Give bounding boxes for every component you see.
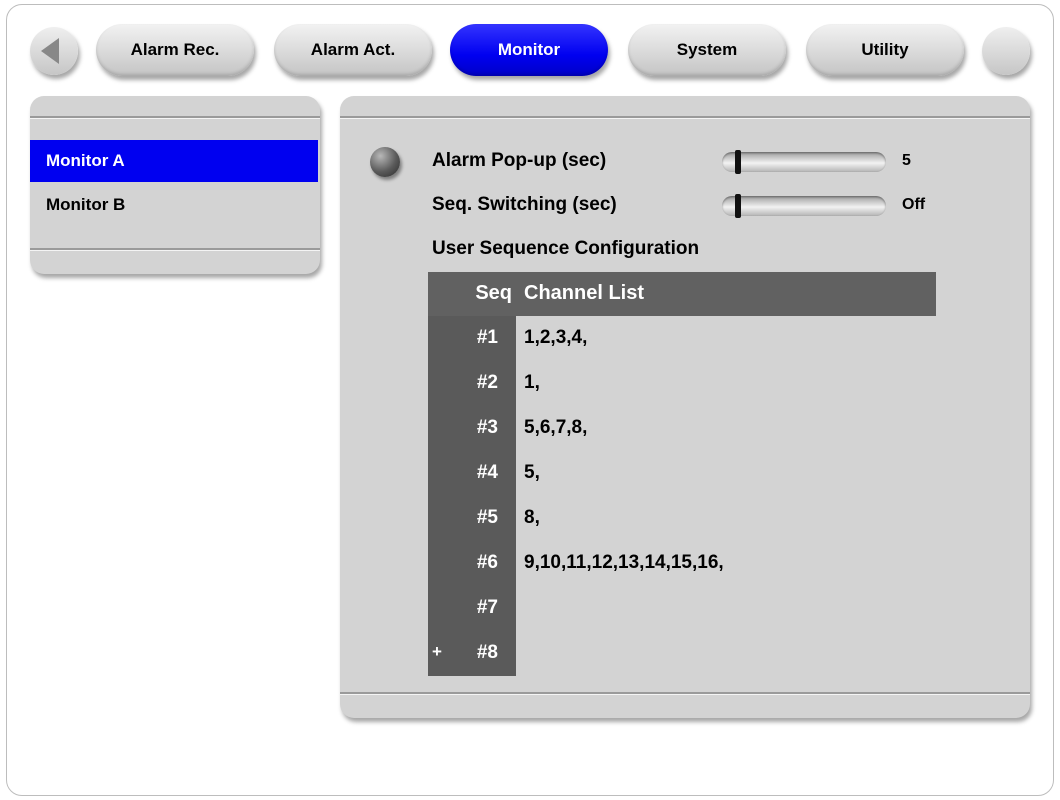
seq-number-cell: #2 xyxy=(428,361,516,406)
seq-number-cell: #1 xyxy=(428,316,516,361)
user-sequence-title: User Sequence Configuration xyxy=(432,238,700,259)
seq-number: #3 xyxy=(476,417,498,438)
panel-divider-bottom xyxy=(340,692,1030,694)
seq-number: #5 xyxy=(476,507,498,528)
seq-switching-slider[interactable] xyxy=(722,194,886,218)
seq-number-cell: #7 xyxy=(428,586,516,631)
seq-number: #8 xyxy=(476,642,498,663)
channel-list: 9,10,11,12,13,14,15,16, xyxy=(524,552,724,573)
channel-list: 1,2,3,4, xyxy=(524,327,588,348)
table-row[interactable]: #1 1,2,3,4, xyxy=(428,316,936,361)
seq-switching-label: Seq. Switching (sec) xyxy=(432,194,617,215)
sidebar-item-monitor-b[interactable]: Monitor B xyxy=(30,184,318,226)
channel-list: 5, xyxy=(524,462,540,483)
tab-alarm-act[interactable]: Alarm Act. xyxy=(274,24,432,76)
channel-list: 8, xyxy=(524,507,540,528)
panel-divider-top xyxy=(340,116,1030,118)
header-seq: Seq xyxy=(475,282,512,304)
header-channel-list: Channel List xyxy=(524,282,645,304)
table-row[interactable]: #5 8, xyxy=(428,496,936,541)
sidebar-divider-top xyxy=(30,116,320,118)
table-row[interactable]: #4 5, xyxy=(428,451,936,496)
seq-number-cell: #3 xyxy=(428,406,516,451)
seq-number-cell: + #8 xyxy=(428,631,516,676)
table-row[interactable]: #7 xyxy=(428,586,936,631)
alarm-popup-value: 5 xyxy=(902,152,911,169)
seq-number-cell: #6 xyxy=(428,541,516,586)
tab-alarm-rec[interactable]: Alarm Rec. xyxy=(96,24,254,76)
alarm-popup-slider[interactable] xyxy=(722,150,886,174)
monitor-settings-panel: Alarm Pop-up (sec) 5 Seq. Switching (sec… xyxy=(340,96,1030,718)
tab-system[interactable]: System xyxy=(628,24,786,76)
alarm-popup-label: Alarm Pop-up (sec) xyxy=(432,150,607,171)
back-button[interactable] xyxy=(30,27,78,75)
channel-list: 5,6,7,8, xyxy=(524,417,588,438)
seq-number-cell: #5 xyxy=(428,496,516,541)
slider-knob-icon[interactable] xyxy=(735,150,741,174)
channel-list: 1, xyxy=(524,372,540,393)
row-marker: + xyxy=(432,642,442,661)
table-row[interactable]: #2 1, xyxy=(428,361,936,406)
sidebar: Monitor A Monitor B xyxy=(30,96,320,274)
back-arrow-icon xyxy=(41,38,59,64)
seq-number: #6 xyxy=(476,552,498,573)
slider-knob-icon[interactable] xyxy=(735,194,741,218)
seq-number: #2 xyxy=(476,372,498,393)
table-row[interactable]: #6 9,10,11,12,13,14,15,16, xyxy=(428,541,936,586)
tab-monitor[interactable]: Monitor xyxy=(450,24,608,76)
table-row[interactable]: + #8 xyxy=(428,631,936,676)
sidebar-item-monitor-a[interactable]: Monitor A xyxy=(30,140,318,182)
next-round-icon[interactable] xyxy=(982,27,1030,75)
seq-number-cell: #4 xyxy=(428,451,516,496)
settings-bullet-icon[interactable] xyxy=(370,147,400,177)
seq-number: #7 xyxy=(476,597,498,618)
seq-number: #1 xyxy=(476,327,498,348)
seq-number: #4 xyxy=(476,462,498,483)
sidebar-divider-bottom xyxy=(30,248,320,250)
table-header: Seq Channel List xyxy=(428,272,936,316)
seq-switching-value: Off xyxy=(902,196,926,213)
table-row[interactable]: #3 5,6,7,8, xyxy=(428,406,936,451)
tab-utility[interactable]: Utility xyxy=(806,24,964,76)
